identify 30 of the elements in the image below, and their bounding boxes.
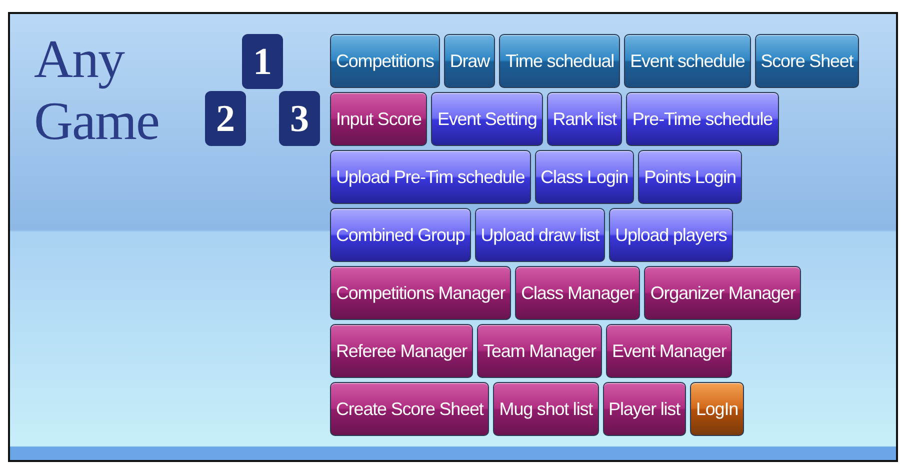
menu-button[interactable]: Upload draw list [474,208,606,262]
menu-button[interactable]: Upload Pre-Tim schedule [330,150,531,204]
menu-button[interactable]: Upload players [609,208,733,262]
menu-button[interactable]: Class Login [534,150,634,204]
menu-button[interactable]: Draw [444,34,496,88]
menu-button[interactable]: Organizer Manager [644,266,802,320]
menu-button[interactable]: Create Score Sheet [330,382,490,436]
menu-button[interactable]: Team Manager [477,324,602,378]
menu-button[interactable]: Referee Manager [330,324,474,378]
menu-button[interactable]: Pre-Time schedule [626,92,779,146]
menu-button[interactable]: Event Setting [431,92,543,146]
menu-button[interactable]: Event Manager [606,324,732,378]
menu-button[interactable]: Score Sheet [754,34,860,88]
menu-button[interactable]: Combined Group [330,208,471,262]
menu-button[interactable]: Mug shot list [493,382,599,436]
menu-button[interactable]: Competitions Manager [330,266,512,320]
menu-button[interactable]: Time schedual [499,34,620,88]
menu-button[interactable]: Competitions [330,34,440,88]
number-tile: 1 [242,34,283,89]
menu-button[interactable]: Event schedule [624,34,751,88]
logo-word: Game [34,90,160,152]
menu-button[interactable]: Player list [602,382,686,436]
number-tile: 2 [205,91,246,146]
menu-button[interactable]: Input Score [330,92,428,146]
number-tile: 3 [279,91,320,146]
menu-button[interactable]: Rank list [546,92,622,146]
menu-button[interactable]: LogIn [690,382,744,436]
logo-word: Any [34,28,126,90]
menu-button[interactable]: Class Manager [515,266,640,320]
menu-button[interactable]: Points Login [638,150,742,204]
